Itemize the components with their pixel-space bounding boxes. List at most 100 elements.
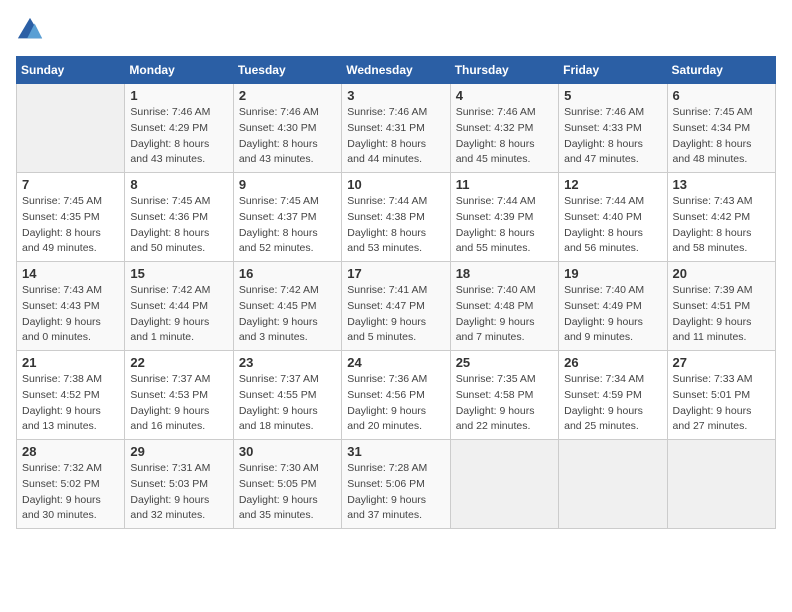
calendar-cell: 13 Sunrise: 7:43 AMSunset: 4:42 PMDayligh… [667, 173, 775, 262]
day-number: 1 [130, 88, 227, 103]
weekday-header-wednesday: Wednesday [342, 57, 450, 84]
day-number: 23 [239, 355, 336, 370]
calendar-cell: 30 Sunrise: 7:30 AMSunset: 5:05 PMDayligh… [233, 440, 341, 529]
calendar-cell: 2 Sunrise: 7:46 AMSunset: 4:30 PMDaylight… [233, 84, 341, 173]
day-info: Sunrise: 7:46 AMSunset: 4:30 PMDaylight:… [239, 105, 336, 168]
week-row-1: 1Sunrise: 7:46 AMSunset: 4:29 PMDaylight… [17, 84, 776, 173]
day-info: Sunrise: 7:40 AMSunset: 4:49 PMDaylight:… [564, 283, 661, 346]
calendar-cell: 3 Sunrise: 7:46 AMSunset: 4:31 PMDaylight… [342, 84, 450, 173]
weekday-header-thursday: Thursday [450, 57, 558, 84]
calendar-cell [450, 440, 558, 529]
day-number: 8 [130, 177, 227, 192]
day-number: 13 [673, 177, 770, 192]
day-number: 24 [347, 355, 444, 370]
day-info: Sunrise: 7:45 AMSunset: 4:37 PMDaylight:… [239, 194, 336, 257]
day-number: 26 [564, 355, 661, 370]
day-number: 2 [239, 88, 336, 103]
calendar-cell: 1Sunrise: 7:46 AMSunset: 4:29 PMDaylight… [125, 84, 233, 173]
calendar-table: SundayMondayTuesdayWednesdayThursdayFrid… [16, 56, 776, 529]
page-header [16, 16, 776, 44]
day-number: 20 [673, 266, 770, 281]
day-info: Sunrise: 7:39 AMSunset: 4:51 PMDaylight:… [673, 283, 770, 346]
day-info: Sunrise: 7:37 AMSunset: 4:55 PMDaylight:… [239, 372, 336, 435]
day-number: 10 [347, 177, 444, 192]
day-number: 4 [456, 88, 553, 103]
weekday-header-sunday: Sunday [17, 57, 125, 84]
day-number: 14 [22, 266, 119, 281]
day-info: Sunrise: 7:45 AMSunset: 4:36 PMDaylight:… [130, 194, 227, 257]
calendar-cell: 31 Sunrise: 7:28 AMSunset: 5:06 PMDayligh… [342, 440, 450, 529]
day-number: 6 [673, 88, 770, 103]
calendar-cell: 9 Sunrise: 7:45 AMSunset: 4:37 PMDaylight… [233, 173, 341, 262]
day-number: 3 [347, 88, 444, 103]
day-number: 19 [564, 266, 661, 281]
calendar-cell: 4Sunrise: 7:46 AMSunset: 4:32 PMDaylight… [450, 84, 558, 173]
day-info: Sunrise: 7:40 AMSunset: 4:48 PMDaylight:… [456, 283, 553, 346]
weekday-header-tuesday: Tuesday [233, 57, 341, 84]
day-number: 7 [22, 177, 119, 192]
day-number: 11 [456, 177, 553, 192]
day-number: 25 [456, 355, 553, 370]
day-info: Sunrise: 7:32 AMSunset: 5:02 PMDaylight:… [22, 461, 119, 524]
calendar-cell: 18 Sunrise: 7:40 AMSunset: 4:48 PMDayligh… [450, 262, 558, 351]
week-row-2: 7Sunrise: 7:45 AMSunset: 4:35 PMDaylight… [17, 173, 776, 262]
calendar-cell: 23 Sunrise: 7:37 AMSunset: 4:55 PMDayligh… [233, 351, 341, 440]
calendar-cell: 19 Sunrise: 7:40 AMSunset: 4:49 PMDayligh… [559, 262, 667, 351]
calendar-cell: 14 Sunrise: 7:43 AMSunset: 4:43 PMDayligh… [17, 262, 125, 351]
calendar-cell: 26Sunrise: 7:34 AMSunset: 4:59 PMDayligh… [559, 351, 667, 440]
day-info: Sunrise: 7:46 AMSunset: 4:31 PMDaylight:… [347, 105, 444, 168]
calendar-cell: 28Sunrise: 7:32 AMSunset: 5:02 PMDayligh… [17, 440, 125, 529]
week-row-3: 14 Sunrise: 7:43 AMSunset: 4:43 PMDayligh… [17, 262, 776, 351]
day-number: 27 [673, 355, 770, 370]
day-number: 30 [239, 444, 336, 459]
calendar-cell: 25 Sunrise: 7:35 AMSunset: 4:58 PMDayligh… [450, 351, 558, 440]
day-info: Sunrise: 7:44 AMSunset: 4:38 PMDaylight:… [347, 194, 444, 257]
day-info: Sunrise: 7:46 AMSunset: 4:33 PMDaylight:… [564, 105, 661, 168]
day-number: 5 [564, 88, 661, 103]
calendar-cell: 15Sunrise: 7:42 AMSunset: 4:44 PMDayligh… [125, 262, 233, 351]
calendar-cell [17, 84, 125, 173]
weekday-header-monday: Monday [125, 57, 233, 84]
day-info: Sunrise: 7:43 AMSunset: 4:43 PMDaylight:… [22, 283, 119, 346]
calendar-cell: 12 Sunrise: 7:44 AMSunset: 4:40 PMDayligh… [559, 173, 667, 262]
calendar-cell: 16Sunrise: 7:42 AMSunset: 4:45 PMDayligh… [233, 262, 341, 351]
day-info: Sunrise: 7:35 AMSunset: 4:58 PMDaylight:… [456, 372, 553, 435]
calendar-cell: 27 Sunrise: 7:33 AMSunset: 5:01 PMDayligh… [667, 351, 775, 440]
calendar-cell: 5 Sunrise: 7:46 AMSunset: 4:33 PMDaylight… [559, 84, 667, 173]
day-info: Sunrise: 7:44 AMSunset: 4:40 PMDaylight:… [564, 194, 661, 257]
day-info: Sunrise: 7:30 AMSunset: 5:05 PMDaylight:… [239, 461, 336, 524]
calendar-cell [667, 440, 775, 529]
weekday-header-saturday: Saturday [667, 57, 775, 84]
calendar-cell: 24 Sunrise: 7:36 AMSunset: 4:56 PMDayligh… [342, 351, 450, 440]
day-number: 18 [456, 266, 553, 281]
day-number: 17 [347, 266, 444, 281]
day-info: Sunrise: 7:36 AMSunset: 4:56 PMDaylight:… [347, 372, 444, 435]
logo [16, 16, 48, 44]
day-number: 31 [347, 444, 444, 459]
day-number: 22 [130, 355, 227, 370]
week-row-4: 21 Sunrise: 7:38 AMSunset: 4:52 PMDayligh… [17, 351, 776, 440]
day-info: Sunrise: 7:45 AMSunset: 4:34 PMDaylight:… [673, 105, 770, 168]
calendar-cell: 29 Sunrise: 7:31 AMSunset: 5:03 PMDayligh… [125, 440, 233, 529]
logo-icon [16, 16, 44, 44]
calendar-cell: 6 Sunrise: 7:45 AMSunset: 4:34 PMDaylight… [667, 84, 775, 173]
week-row-5: 28Sunrise: 7:32 AMSunset: 5:02 PMDayligh… [17, 440, 776, 529]
day-info: Sunrise: 7:43 AMSunset: 4:42 PMDaylight:… [673, 194, 770, 257]
day-info: Sunrise: 7:42 AMSunset: 4:45 PMDaylight:… [239, 283, 336, 346]
weekday-header-row: SundayMondayTuesdayWednesdayThursdayFrid… [17, 57, 776, 84]
day-number: 9 [239, 177, 336, 192]
day-number: 15 [130, 266, 227, 281]
calendar-cell: 21 Sunrise: 7:38 AMSunset: 4:52 PMDayligh… [17, 351, 125, 440]
day-info: Sunrise: 7:33 AMSunset: 5:01 PMDaylight:… [673, 372, 770, 435]
day-number: 12 [564, 177, 661, 192]
day-info: Sunrise: 7:31 AMSunset: 5:03 PMDaylight:… [130, 461, 227, 524]
day-number: 29 [130, 444, 227, 459]
calendar-cell: 7Sunrise: 7:45 AMSunset: 4:35 PMDaylight… [17, 173, 125, 262]
day-info: Sunrise: 7:38 AMSunset: 4:52 PMDaylight:… [22, 372, 119, 435]
calendar-cell: 8 Sunrise: 7:45 AMSunset: 4:36 PMDaylight… [125, 173, 233, 262]
day-info: Sunrise: 7:28 AMSunset: 5:06 PMDaylight:… [347, 461, 444, 524]
weekday-header-friday: Friday [559, 57, 667, 84]
calendar-cell [559, 440, 667, 529]
day-number: 21 [22, 355, 119, 370]
calendar-cell: 20 Sunrise: 7:39 AMSunset: 4:51 PMDayligh… [667, 262, 775, 351]
